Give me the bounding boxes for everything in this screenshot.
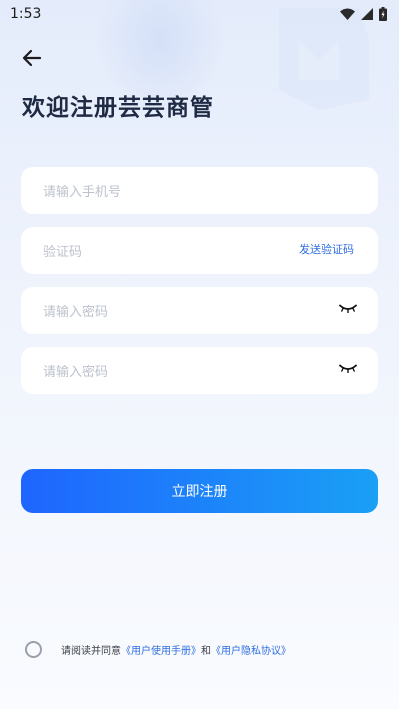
back-button[interactable]	[18, 44, 46, 72]
wifi-icon	[340, 8, 355, 20]
confirm-password-input[interactable]	[43, 365, 338, 380]
phone-input[interactable]	[43, 185, 358, 200]
agreement-checkbox[interactable]	[25, 641, 42, 658]
verification-code-field[interactable]: 发送验证码	[21, 227, 378, 274]
verification-code-input[interactable]	[43, 245, 299, 260]
register-button[interactable]: 立即注册	[21, 469, 378, 513]
privacy-policy-link[interactable]: 《用户隐私协议》	[211, 642, 291, 657]
send-code-button[interactable]: 发送验证码	[299, 241, 354, 257]
arrow-left-icon	[22, 49, 42, 67]
agreement-conjunction: 和	[201, 646, 211, 657]
user-manual-link[interactable]: 《用户使用手册》	[121, 642, 201, 657]
eye-closed-icon	[339, 304, 357, 313]
agreement-row: 请阅读并同意 《用户使用手册》 和 《用户隐私协议》	[25, 641, 291, 658]
status-bar: 1:53	[0, 0, 399, 28]
password-field[interactable]	[21, 287, 378, 334]
phone-field[interactable]	[21, 167, 378, 214]
agreement-text: 请阅读并同意 《用户使用手册》 和 《用户隐私协议》	[61, 642, 291, 657]
status-icons	[340, 7, 387, 21]
confirm-password-visibility-toggle[interactable]	[338, 362, 358, 376]
status-time: 1:53	[10, 6, 42, 22]
eye-closed-icon	[339, 364, 357, 373]
confirm-password-field[interactable]	[21, 347, 378, 394]
password-visibility-toggle[interactable]	[338, 302, 358, 316]
agreement-prefix: 请阅读并同意	[61, 646, 121, 657]
cellular-signal-icon	[361, 8, 373, 20]
password-input[interactable]	[43, 305, 338, 320]
page-title: 欢迎注册芸芸商管	[22, 95, 214, 121]
battery-icon	[379, 7, 387, 21]
